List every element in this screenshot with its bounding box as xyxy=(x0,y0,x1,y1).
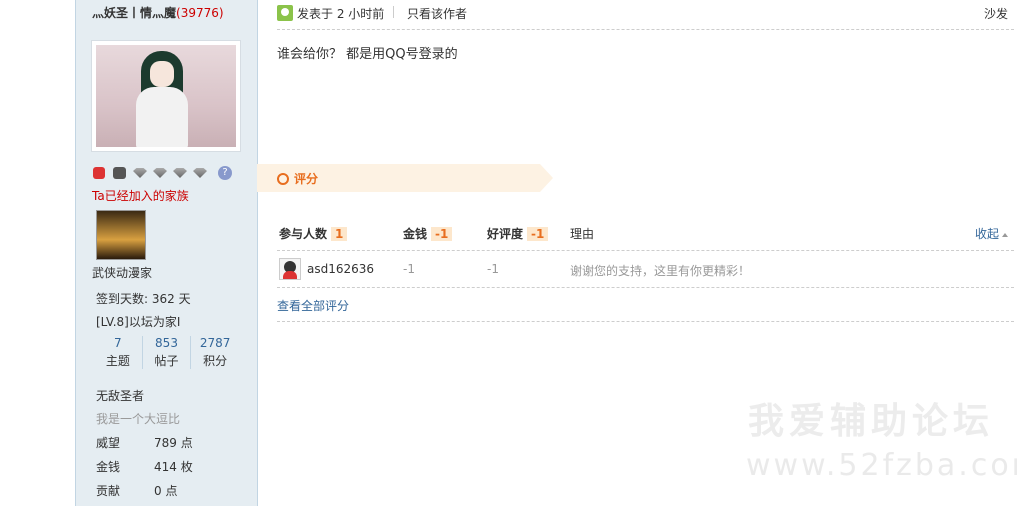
diamond-medal-icon[interactable] xyxy=(132,166,148,180)
sign-days: 签到天数: 362 天 xyxy=(96,290,191,307)
stat-posts-label: 帖子 xyxy=(154,354,179,368)
stat-credits-count[interactable]: 2787 xyxy=(191,336,239,350)
post-meta-bar: 发表于 2 小时前 只看该作者 沙发 xyxy=(277,5,1014,30)
stat-posts-count[interactable]: 853 xyxy=(143,336,191,350)
rating-header: 评分 xyxy=(257,164,553,192)
author-stats: 7 主题 853 帖子 2787 积分 xyxy=(94,336,239,369)
online-status-icon xyxy=(277,5,293,21)
red-badge-icon[interactable] xyxy=(92,166,108,180)
money-total: -1 xyxy=(431,227,453,241)
reputation-header: 好评度 -1 xyxy=(487,225,549,242)
rater-reason: 谢谢您的支持，这里有你更精彩！ xyxy=(570,264,751,278)
prop-value: 0 点 xyxy=(154,484,178,498)
stat-threads[interactable]: 7 主题 xyxy=(94,336,142,369)
prop-label: 威望 xyxy=(96,436,121,450)
user-signature: 我是一个大逗比 xyxy=(96,412,181,426)
rater-avatar[interactable] xyxy=(279,258,301,280)
reputation-total: -1 xyxy=(527,227,549,241)
stat-credits-label: 积分 xyxy=(203,354,228,368)
stat-posts[interactable]: 853 帖子 xyxy=(141,336,191,369)
avatar-face-shape xyxy=(150,61,174,87)
prop-money: 金钱 414 枚 xyxy=(96,458,193,475)
user-level: [LV.8]以坛为家I xyxy=(96,315,181,329)
participants-header: 参与人数 1 xyxy=(279,225,348,242)
watermark-url: www.52fzba.com xyxy=(746,448,1017,483)
rater-money: -1 xyxy=(403,262,415,276)
reason-header: 理由 xyxy=(570,227,595,241)
diamond-medal-icon[interactable] xyxy=(152,166,168,180)
rating-table-header: 参与人数 1 金钱 -1 好评度 -1 理由 收起 xyxy=(277,220,1014,251)
avatar-body-shape xyxy=(136,87,188,147)
rater-reputation: -1 xyxy=(487,262,499,276)
family-name[interactable]: 武侠动漫家 xyxy=(92,264,152,281)
rating-title: 评分 xyxy=(294,172,319,186)
prop-value: 414 枚 xyxy=(154,460,193,474)
author-points-value: 39776 xyxy=(180,6,219,20)
post-content: 谁会给你？ 都是用QQ号登录的 xyxy=(277,47,458,62)
watermark-text: 我爱辅助论坛 xyxy=(748,401,995,442)
participants-count: 1 xyxy=(331,227,348,241)
sign-days-value: 362 天 xyxy=(151,292,191,306)
diamond-medal-icon[interactable] xyxy=(172,166,188,180)
prop-value: 789 点 xyxy=(154,436,193,450)
family-avatar[interactable] xyxy=(96,210,146,260)
stat-credits[interactable]: 2787 积分 xyxy=(190,336,239,369)
rating-divider xyxy=(277,321,1014,322)
post-time: 发表于 2 小时前 xyxy=(297,7,385,21)
family-joined-text: Ta已经加入的家族 xyxy=(92,189,189,203)
author-sidebar: 灬妖圣丨情灬魔(39776) ? Ta已经加入的家族 武侠动漫家 签到天数: 3… xyxy=(75,0,258,506)
rating-circle-icon xyxy=(277,173,289,185)
prop-label: 金钱 xyxy=(96,460,121,474)
user-group-title: 无敌圣者 xyxy=(96,389,145,403)
rating-header-arrow xyxy=(540,164,553,192)
rating-row: asd162636 -1 -1 谢谢您的支持，这里有你更精彩！ xyxy=(277,251,1014,288)
author-name[interactable]: 灬妖圣丨情灬魔(39776) xyxy=(92,4,224,21)
medal-list: ? xyxy=(92,166,232,180)
prop-contribution: 贡献 0 点 xyxy=(96,482,177,499)
floor-number[interactable]: 沙发 xyxy=(984,5,1008,22)
diamond-medal-icon[interactable] xyxy=(192,166,208,180)
avatar-image[interactable] xyxy=(96,45,236,147)
dark-badge-icon[interactable] xyxy=(112,166,128,180)
collapse-link[interactable]: 收起 xyxy=(975,225,1008,242)
sign-days-label: 签到天数: xyxy=(96,292,149,306)
prop-label: 贡献 xyxy=(96,484,121,498)
stat-threads-label: 主题 xyxy=(105,354,130,368)
author-name-text[interactable]: 灬妖圣丨情灬魔 xyxy=(92,6,176,20)
money-label: 金钱 xyxy=(403,227,428,241)
reputation-label: 好评度 xyxy=(487,227,524,241)
participants-label: 参与人数 xyxy=(279,227,328,241)
prop-prestige: 威望 789 点 xyxy=(96,434,193,451)
view-all-ratings-link[interactable]: 查看全部评分 xyxy=(277,297,349,314)
only-author-link[interactable]: 只看该作者 xyxy=(407,5,467,22)
author-avatar[interactable] xyxy=(91,40,241,152)
help-icon[interactable]: ? xyxy=(218,166,232,180)
rater-name[interactable]: asd162636 xyxy=(307,262,374,276)
meta-divider xyxy=(393,6,394,18)
author-points: (39776) xyxy=(176,6,224,20)
stat-threads-count[interactable]: 7 xyxy=(94,336,142,350)
money-header: 金钱 -1 xyxy=(403,225,453,242)
